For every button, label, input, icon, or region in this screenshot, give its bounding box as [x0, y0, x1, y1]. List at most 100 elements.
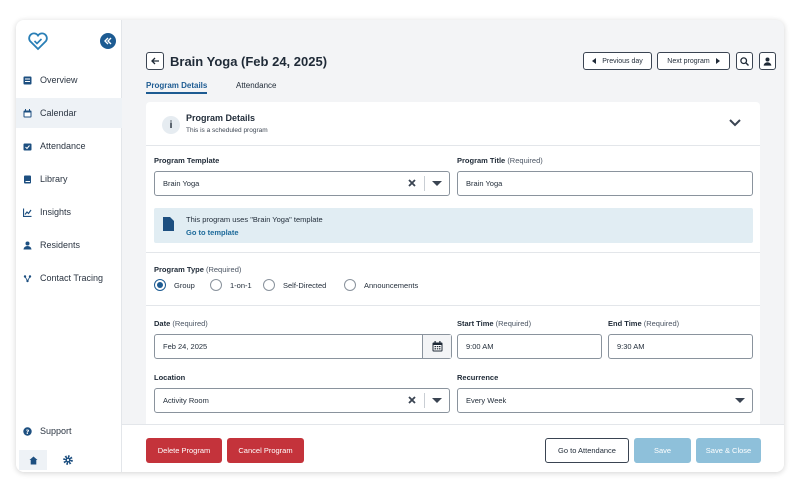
template-info-banner: This program uses "Brain Yoga" template …	[154, 208, 753, 243]
sidebar-item-label: Overview	[40, 75, 78, 85]
chevron-down-icon[interactable]	[432, 181, 442, 186]
date-picker-button[interactable]	[422, 335, 451, 358]
document-icon	[163, 217, 174, 231]
start-time-label: Start Time (Required)	[457, 319, 532, 328]
sidebar-item-label: Insights	[40, 207, 72, 217]
end-time-value: 9:30 AM	[617, 342, 645, 351]
main-content: Brain Yoga (Feb 24, 2025) Previous day N…	[122, 20, 784, 472]
program-template-select[interactable]: Brain Yoga	[154, 171, 450, 196]
clear-x-icon[interactable]	[406, 394, 418, 406]
library-icon	[23, 175, 32, 184]
date-input[interactable]: Feb 24, 2025	[154, 334, 452, 359]
cancel-program-button[interactable]: Cancel Program	[227, 438, 304, 463]
svg-text:?: ?	[26, 428, 30, 436]
start-time-input[interactable]: 9:00 AM	[457, 334, 602, 359]
tab-attendance[interactable]: Attendance	[236, 81, 276, 90]
overview-icon	[23, 76, 32, 85]
sidebar-item-overview[interactable]: Overview	[16, 65, 122, 95]
next-program-label: Next program	[667, 57, 710, 65]
save-button[interactable]: Save	[634, 438, 691, 463]
sidebar-item-label: Residents	[40, 240, 81, 250]
app-window: Overview Calendar Attendance Library Ins…	[16, 20, 784, 472]
radio-button[interactable]	[263, 279, 275, 291]
radio-button[interactable]	[344, 279, 356, 291]
next-program-button[interactable]: Next program	[657, 52, 730, 70]
sidebar-item-attendance[interactable]: Attendance	[16, 131, 122, 161]
user-button[interactable]	[759, 52, 776, 70]
caret-left-icon	[592, 58, 597, 64]
start-time-value: 9:00 AM	[466, 342, 494, 351]
previous-day-label: Previous day	[602, 57, 643, 65]
program-title-label: Program Title (Required)	[457, 156, 543, 165]
card-header[interactable]: i Program Details This is a scheduled pr…	[146, 102, 760, 146]
back-button[interactable]	[146, 52, 164, 70]
program-details-card: i Program Details This is a scheduled pr…	[146, 102, 760, 437]
card-title: Program Details	[186, 113, 256, 123]
user-icon	[763, 57, 772, 66]
insights-icon	[23, 208, 32, 217]
chevron-down-icon[interactable]	[729, 118, 741, 128]
recurrence-value: Every Week	[466, 396, 507, 405]
select-divider	[424, 393, 425, 408]
radio-button[interactable]	[210, 279, 222, 291]
date-value: Feb 24, 2025	[163, 342, 208, 351]
sidebar-item-label: Contact Tracing	[40, 273, 104, 283]
home-button[interactable]	[19, 450, 47, 470]
calendar-icon	[23, 108, 32, 118]
sidebar-item-contact-tracing[interactable]: Contact Tracing	[16, 263, 122, 293]
select-divider	[424, 176, 425, 191]
app-logo-icon	[28, 32, 48, 51]
delete-program-button[interactable]: Delete Program	[146, 438, 222, 463]
help-icon: ?	[23, 426, 32, 436]
chevron-down-icon[interactable]	[735, 398, 745, 403]
search-icon	[740, 56, 749, 66]
program-title-value: Brain Yoga	[466, 179, 503, 188]
go-to-attendance-button[interactable]: Go to Attendance	[545, 438, 629, 463]
radio-one-on-one[interactable]: 1-on-1	[210, 279, 252, 291]
sidebar-item-label: Calendar	[40, 108, 77, 118]
caret-right-icon	[715, 58, 720, 64]
page-title: Brain Yoga (Feb 24, 2025)	[170, 54, 328, 69]
divider	[146, 252, 760, 253]
radio-button[interactable]	[154, 279, 166, 291]
end-time-label: End Time (Required)	[608, 319, 680, 328]
program-template-label: Program Template	[154, 156, 220, 165]
end-time-input[interactable]: 9:30 AM	[608, 334, 753, 359]
go-to-template-link[interactable]: Go to template	[186, 228, 239, 237]
location-value: Activity Room	[163, 396, 209, 405]
calendar-icon	[432, 341, 442, 352]
program-title-input[interactable]: Brain Yoga	[457, 171, 753, 196]
sidebar-item-insights[interactable]: Insights	[16, 197, 122, 227]
gear-icon[interactable]	[62, 454, 74, 466]
sidebar-item-support[interactable]: ? Support	[16, 416, 122, 446]
date-label: Date (Required)	[154, 319, 208, 328]
tab-program-details[interactable]: Program Details	[146, 81, 208, 94]
info-icon: i	[162, 116, 180, 134]
contact-tracing-icon	[23, 274, 32, 283]
radio-self-directed[interactable]: Self-Directed	[263, 279, 326, 291]
sidebar-item-calendar[interactable]: Calendar	[16, 98, 122, 128]
program-template-value: Brain Yoga	[163, 179, 200, 188]
arrow-left-icon	[151, 57, 159, 65]
clear-x-icon[interactable]	[406, 177, 418, 189]
home-icon	[29, 456, 37, 464]
residents-icon	[23, 241, 32, 250]
recurrence-select[interactable]: Every Week	[457, 388, 753, 413]
card-subtitle: This is a scheduled program	[186, 127, 268, 134]
chevron-down-icon[interactable]	[432, 398, 442, 403]
double-chevron-left-icon	[104, 37, 112, 45]
sidebar-item-label: Attendance	[40, 141, 86, 151]
previous-day-button[interactable]: Previous day	[583, 52, 652, 70]
sidebar-item-label: Library	[40, 174, 68, 184]
banner-text: This program uses "Brain Yoga" template	[186, 215, 323, 224]
sidebar-item-label: Support	[40, 426, 72, 436]
radio-group[interactable]: Group	[154, 279, 195, 291]
collapse-sidebar-button[interactable]	[100, 33, 116, 49]
sidebar-item-library[interactable]: Library	[16, 164, 122, 194]
location-select[interactable]: Activity Room	[154, 388, 450, 413]
save-and-close-button[interactable]: Save & Close	[696, 438, 761, 463]
radio-announcements[interactable]: Announcements	[344, 279, 418, 291]
location-label: Location	[154, 373, 186, 382]
sidebar-item-residents[interactable]: Residents	[16, 230, 122, 260]
search-button[interactable]	[736, 52, 753, 70]
